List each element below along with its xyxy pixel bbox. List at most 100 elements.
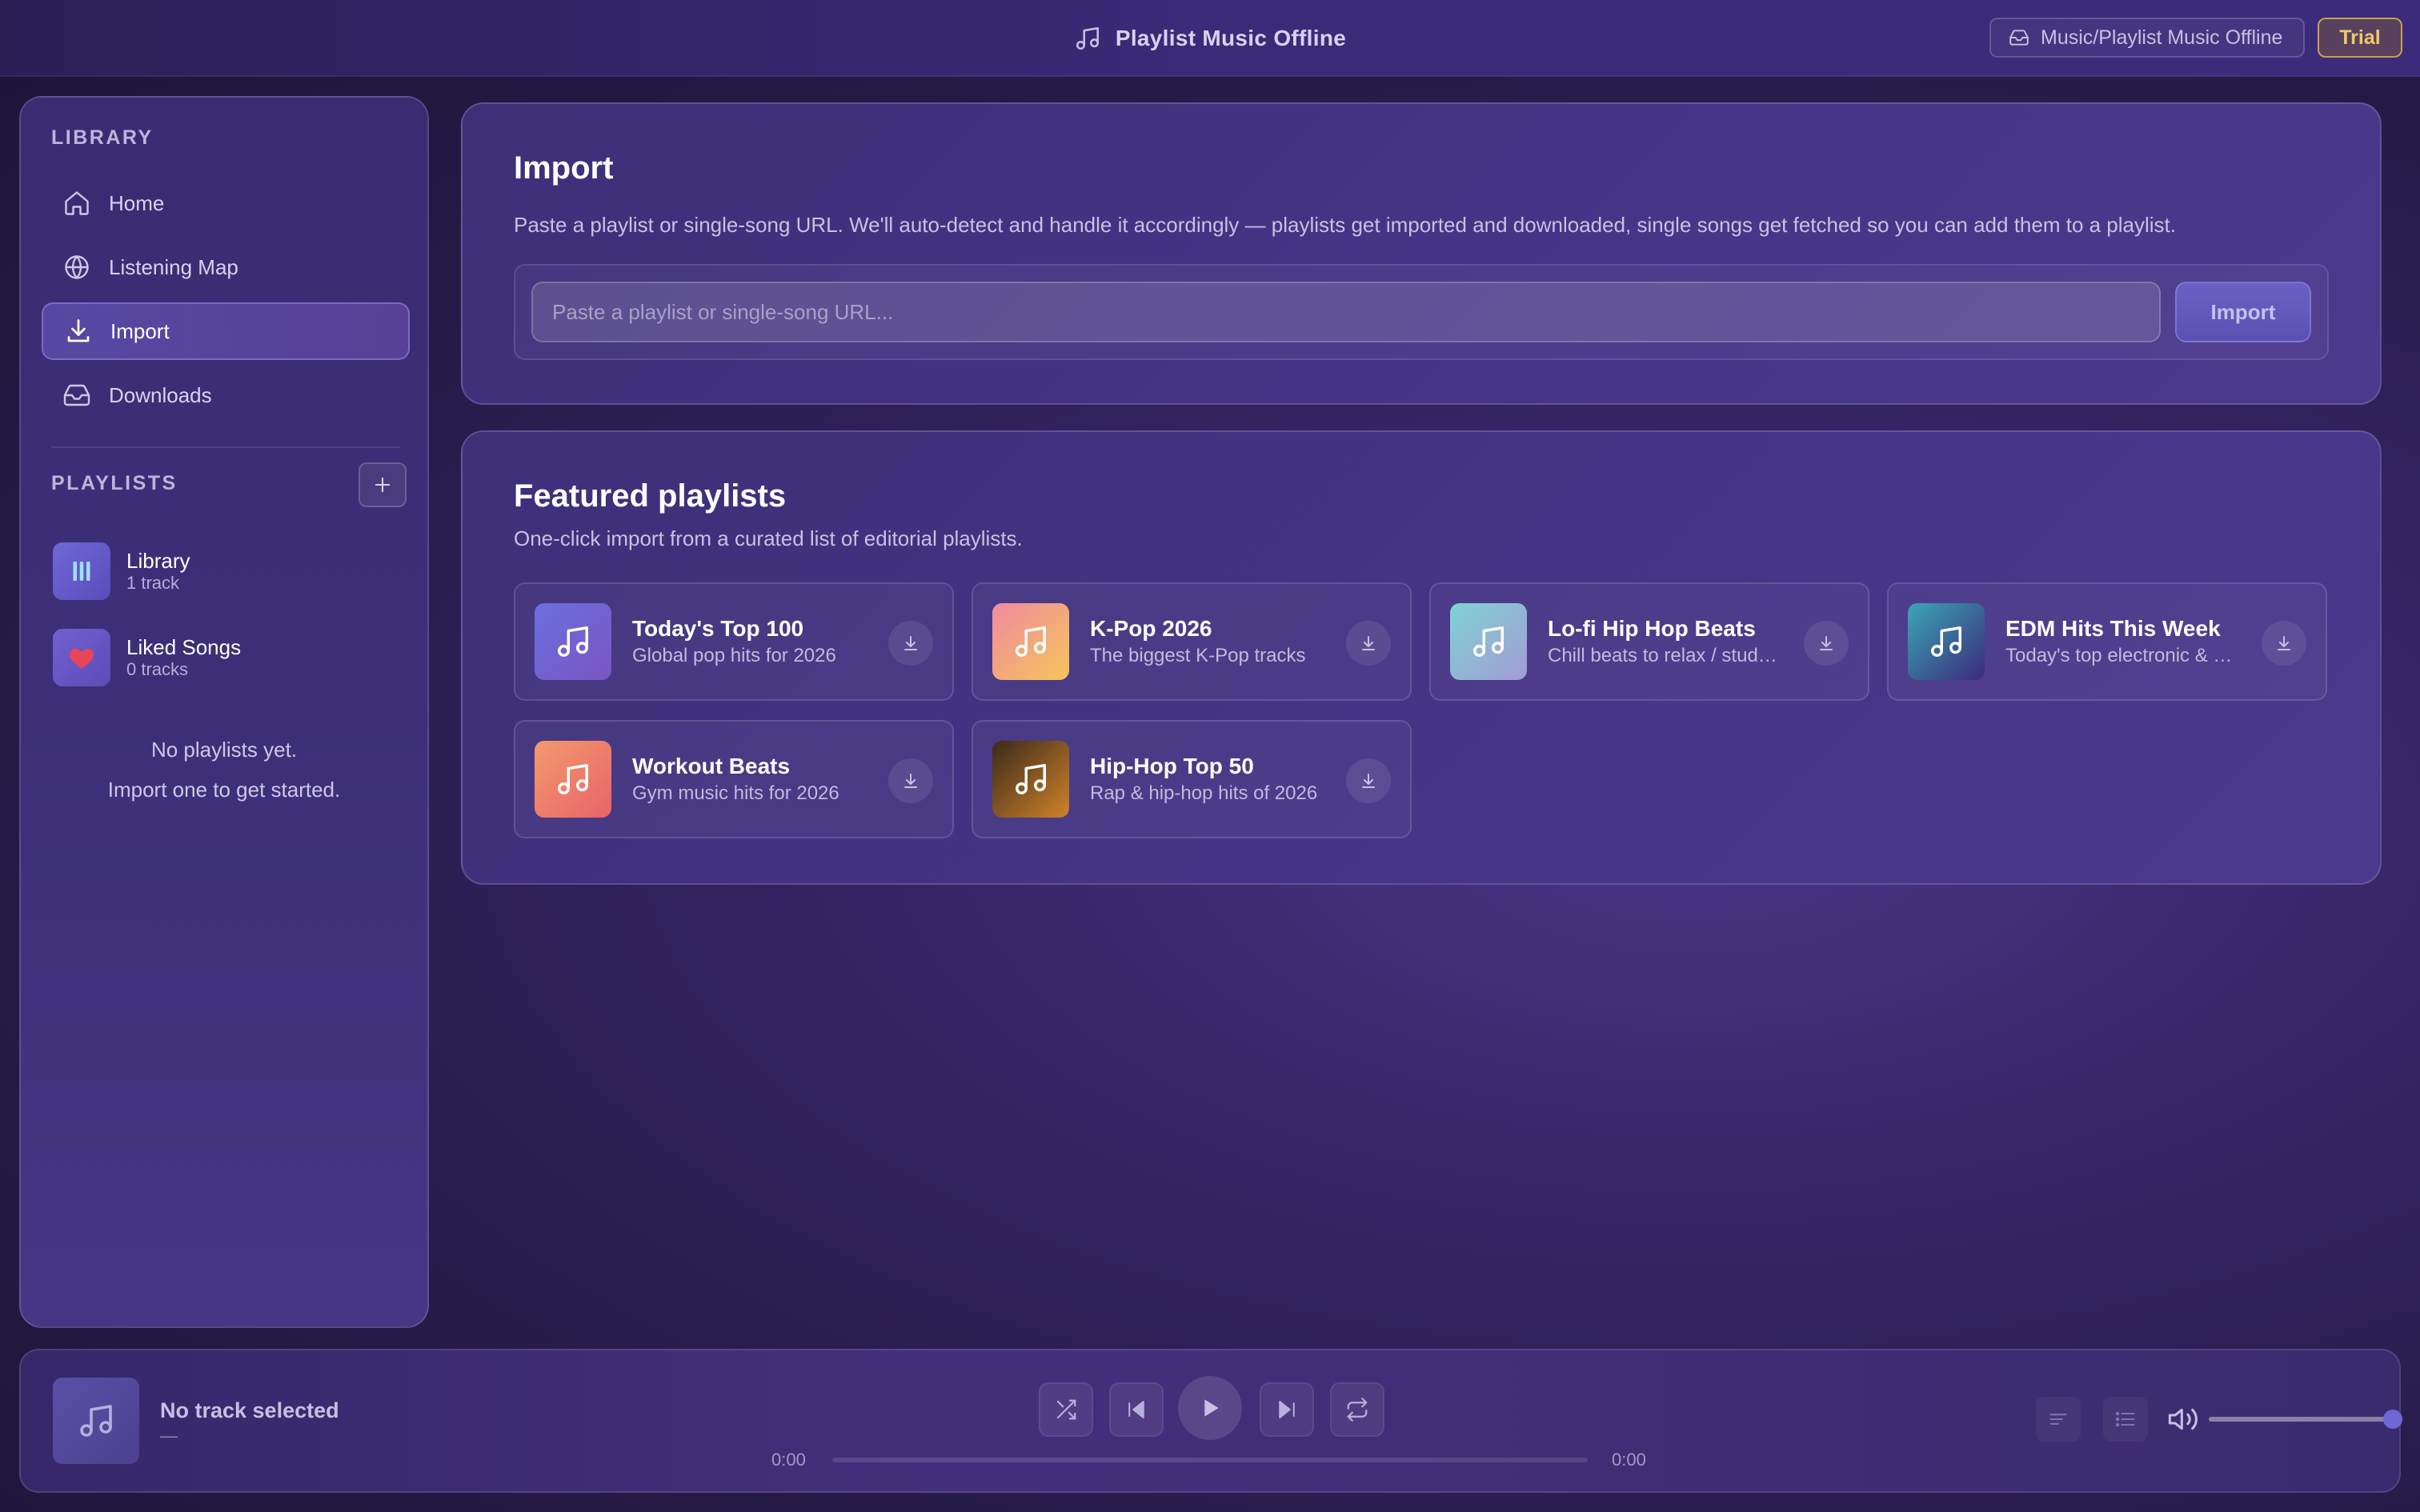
- inbox-icon: [2009, 30, 2029, 46]
- playlist-text: Library 1 track: [126, 549, 190, 594]
- download-playlist-button[interactable]: [1804, 621, 1849, 666]
- playlist-cover: [1450, 603, 1527, 680]
- featured-card-title: Lo-fi Hip Hop Beats: [1548, 616, 1756, 641]
- repeat-button[interactable]: [1330, 1382, 1384, 1437]
- featured-card-subtitle: Today's top electronic & dance hits: [2005, 645, 2238, 666]
- time-current: 0:00: [771, 1450, 806, 1470]
- album-art: [53, 1378, 139, 1464]
- empty-playlists-line1: No playlists yet.: [150, 738, 298, 762]
- featured-playlist-card[interactable]: EDM Hits This Week Today's top electronic…: [1887, 582, 2327, 701]
- queue-button[interactable]: [2103, 1397, 2148, 1442]
- featured-card-title: Workout Beats: [632, 754, 791, 778]
- sidebar-item-label: Downloads: [109, 382, 212, 407]
- import-title: Import: [514, 150, 614, 186]
- download-playlist-button[interactable]: [888, 758, 933, 803]
- music-note-icon: [1076, 26, 1099, 50]
- playlist-cover: [535, 603, 611, 680]
- music-note-icon: [1016, 764, 1046, 794]
- featured-card-subtitle: The biggest K-Pop tracks: [1090, 645, 1306, 666]
- skip-forward-icon: [1279, 1401, 1295, 1418]
- plus-icon: [375, 477, 391, 493]
- featured-playlist-card[interactable]: Workout Beats Gym music hits for 2026: [514, 720, 954, 838]
- home-icon: [65, 191, 89, 215]
- playlist-item-liked-songs[interactable]: Liked Songs 0 tracks: [53, 627, 405, 688]
- import-button[interactable]: Import: [2175, 282, 2311, 342]
- shuffle-icon: [1056, 1399, 1076, 1420]
- featured-card-subtitle: Rap & hip-hop hits of 2026: [1090, 782, 1318, 804]
- featured-title: Featured playlists: [514, 478, 787, 514]
- globe-icon: [65, 255, 89, 279]
- sidebar-item-label: Listening Map: [109, 254, 238, 279]
- sidebar-item-label: Import: [110, 318, 170, 343]
- volume-slider[interactable]: [2209, 1410, 2402, 1429]
- playlist-name: Liked Songs: [126, 635, 242, 659]
- list-icon: [2115, 1411, 2135, 1427]
- featured-card-subtitle: Global pop hits for 2026: [632, 645, 836, 666]
- featured-card-subtitle: Gym music hits for 2026: [632, 782, 839, 804]
- music-note-icon: [558, 626, 588, 657]
- playlist-cover: [992, 741, 1069, 818]
- import-panel: Import Paste a playlist or single-song U…: [461, 102, 2382, 405]
- download-icon: [1820, 636, 1833, 650]
- playlist-count: 1 track: [126, 573, 180, 593]
- volume-fill: [2209, 1417, 2393, 1422]
- download-icon: [1362, 774, 1375, 788]
- skip-back-icon: [1128, 1401, 1144, 1418]
- url-input[interactable]: [531, 282, 2161, 342]
- featured-card-title: EDM Hits This Week: [2005, 616, 2221, 641]
- add-playlist-button[interactable]: [359, 462, 407, 507]
- time-total: 0:00: [1612, 1450, 1646, 1470]
- library-path-button[interactable]: Music/Playlist Music Offline: [1989, 18, 2305, 58]
- music-note-icon: [558, 764, 588, 794]
- library-path-text: Music/Playlist Music Offline: [2041, 26, 2283, 49]
- playlist-cover: [535, 741, 611, 818]
- play-button[interactable]: [1178, 1376, 1242, 1440]
- playlist-count: 0 tracks: [126, 659, 189, 679]
- bars-icon: [73, 562, 90, 581]
- download-playlist-button[interactable]: [888, 621, 933, 666]
- download-playlist-button[interactable]: [1346, 758, 1391, 803]
- sidebar-item-import[interactable]: Import: [42, 302, 410, 360]
- lyrics-icon: [2049, 1414, 2067, 1425]
- shuffle-button[interactable]: [1039, 1382, 1093, 1437]
- download-icon: [2278, 636, 2290, 650]
- playlists-section-label: PLAYLISTS: [51, 472, 178, 494]
- featured-playlist-card[interactable]: Today's Top 100 Global pop hits for 2026: [514, 582, 954, 701]
- next-button[interactable]: [1260, 1382, 1314, 1437]
- playlist-cover: [992, 603, 1069, 680]
- volume-icon[interactable]: [2167, 1403, 2199, 1435]
- playlist-text: Liked Songs 0 tracks: [126, 635, 241, 680]
- seek-bar[interactable]: [832, 1458, 1588, 1462]
- featured-playlist-card[interactable]: K-Pop 2026 The biggest K-Pop tracks: [972, 582, 1412, 701]
- music-note-icon: [80, 1405, 112, 1437]
- playlist-cover: [1908, 603, 1985, 680]
- featured-subtitle: One-click import from a curated list of …: [514, 526, 1023, 550]
- url-input-well: Import: [514, 264, 2329, 360]
- download-icon: [1362, 636, 1375, 650]
- download-icon: [904, 774, 917, 788]
- playlist-thumb: [53, 629, 110, 686]
- featured-card-title: K-Pop 2026: [1090, 616, 1212, 641]
- sidebar-item-downloads[interactable]: Downloads: [42, 366, 410, 424]
- download-playlist-button[interactable]: [1346, 621, 1391, 666]
- inbox-icon: [63, 384, 90, 406]
- featured-playlist-card[interactable]: Hip-Hop Top 50 Rap & hip-hop hits of 2026: [972, 720, 1412, 838]
- empty-playlists-line2: Import one to get started.: [107, 778, 341, 802]
- playlist-item-library[interactable]: Library 1 track: [53, 541, 405, 602]
- player-bar: No track selected — 0:00 0:00: [19, 1349, 2402, 1493]
- track-artist: —: [160, 1426, 178, 1446]
- music-note-icon: [1473, 626, 1504, 657]
- volume-knob[interactable]: [2383, 1410, 2402, 1429]
- download-icon: [67, 319, 90, 342]
- download-playlist-button[interactable]: [2262, 621, 2306, 666]
- lyrics-button[interactable]: [2036, 1397, 2081, 1442]
- sidebar-item-home[interactable]: Home: [42, 174, 410, 232]
- featured-panel: Featured playlists One-click import from…: [461, 430, 2382, 885]
- trial-badge[interactable]: Trial: [2318, 18, 2402, 58]
- sidebar-item-listening-map[interactable]: Listening Map: [42, 238, 410, 296]
- playlist-thumb: [53, 542, 110, 600]
- previous-button[interactable]: [1109, 1382, 1164, 1437]
- featured-playlist-card[interactable]: Lo-fi Hip Hop Beats Chill beats to relax …: [1429, 582, 1869, 701]
- app-title-text: Playlist Music Offline: [1115, 26, 1347, 50]
- import-description: Paste a playlist or single-song URL. We'…: [514, 213, 2177, 237]
